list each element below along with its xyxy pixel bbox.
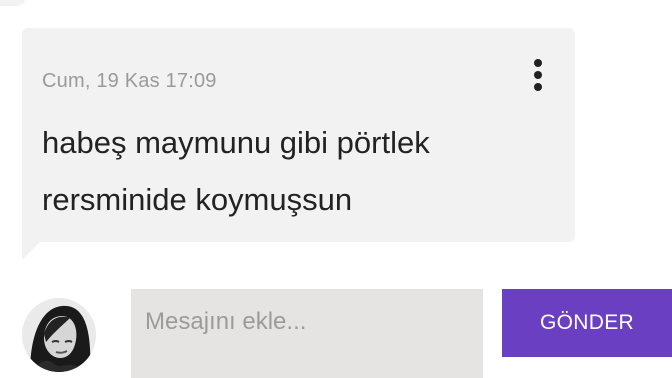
avatar[interactable] [22,298,96,372]
message-input[interactable] [145,305,465,339]
message-bubble-tail [22,238,44,260]
message-timestamp: Cum, 19 Kas 17:09 [42,70,217,92]
message-input-container[interactable] [131,289,483,378]
message-text-line: rersminide koymuşsun [42,182,353,217]
send-button[interactable]: GÖNDER [502,289,672,357]
message-text: habeş maymunu gibi pörtlek rersminide ko… [42,114,522,228]
previous-message-bubble [0,0,26,6]
message-text-line: habeş maymunu gibi pörtlek [42,125,430,160]
more-vertical-icon [534,59,542,91]
user-avatar-image [22,298,96,372]
more-options-button[interactable] [528,58,548,94]
message-bubble: Cum, 19 Kas 17:09 habeş maymunu gibi pör… [22,28,575,242]
